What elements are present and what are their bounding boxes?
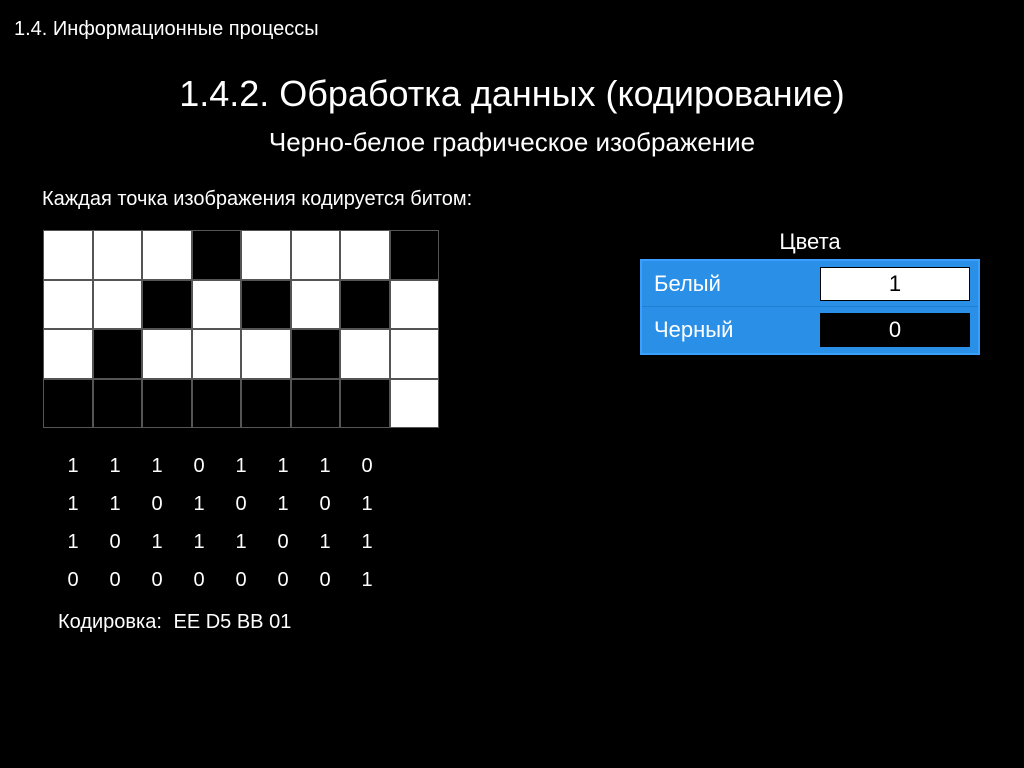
breadcrumb: 1.4. Информационные процессы	[0, 0, 1024, 41]
pixel-cell	[192, 230, 242, 280]
page-title: 1.4.2. Обработка данных (кодирование)	[0, 73, 1024, 115]
bit-cell: 1	[304, 455, 346, 481]
bit-cell: 0	[136, 493, 178, 519]
legend-label: Черный	[642, 317, 820, 343]
legend-row: Белый1	[642, 261, 978, 307]
bit-cell: 1	[304, 531, 346, 557]
pixel-cell	[291, 329, 341, 379]
bit-cell: 1	[220, 455, 262, 481]
bit-cell: 1	[52, 531, 94, 557]
pixel-cell	[93, 329, 143, 379]
bit-cell: 1	[346, 531, 388, 557]
bit-row: 00000001	[52, 569, 440, 595]
pixel-cell	[43, 329, 93, 379]
bit-cell: 0	[52, 569, 94, 595]
bit-cell: 1	[178, 493, 220, 519]
bit-row: 11010101	[52, 493, 440, 519]
bit-cell: 0	[304, 569, 346, 595]
pixel-row	[43, 280, 439, 330]
bit-cell: 1	[94, 493, 136, 519]
bit-table: 11101110110101011011101100000001	[52, 455, 440, 595]
bit-cell: 1	[346, 569, 388, 595]
pixel-cell	[241, 329, 291, 379]
encoding-line: Кодировка: EE D5 BB 01	[58, 611, 440, 634]
left-column: 11101110110101011011101100000001 Кодиров…	[42, 229, 440, 634]
pixel-cell	[142, 280, 192, 330]
right-column: Цвета Белый1Черный0	[640, 229, 980, 634]
bit-cell: 1	[52, 493, 94, 519]
pixel-cell	[142, 329, 192, 379]
encoding-value: EE D5 BB 01	[173, 611, 291, 633]
pixel-grid	[42, 229, 440, 429]
bit-cell: 0	[94, 569, 136, 595]
bit-row: 10111011	[52, 531, 440, 557]
bit-cell: 1	[262, 455, 304, 481]
pixel-cell	[241, 230, 291, 280]
pixel-cell	[291, 230, 341, 280]
legend-value: 1	[820, 267, 970, 301]
bit-cell: 0	[178, 569, 220, 595]
pixel-cell	[93, 379, 143, 429]
pixel-cell	[291, 379, 341, 429]
pixel-cell	[340, 329, 390, 379]
bit-cell: 1	[52, 455, 94, 481]
page-subtitle: Черно-белое графическое изображение	[0, 127, 1024, 158]
bit-cell: 0	[94, 531, 136, 557]
pixel-row	[43, 329, 439, 379]
bit-cell: 0	[136, 569, 178, 595]
pixel-cell	[93, 230, 143, 280]
bit-cell: 1	[136, 455, 178, 481]
pixel-cell	[192, 280, 242, 330]
pixel-cell	[43, 379, 93, 429]
bit-cell: 1	[220, 531, 262, 557]
pixel-cell	[142, 230, 192, 280]
bit-cell: 1	[136, 531, 178, 557]
legend-label: Белый	[642, 271, 820, 297]
pixel-cell	[390, 329, 440, 379]
legend-row: Черный0	[642, 307, 978, 353]
content-row: 11101110110101011011101100000001 Кодиров…	[0, 229, 1024, 634]
pixel-cell	[340, 280, 390, 330]
encoding-label: Кодировка:	[58, 611, 162, 633]
bit-cell: 0	[304, 493, 346, 519]
pixel-cell	[340, 379, 390, 429]
pixel-cell	[192, 379, 242, 429]
pixel-cell	[93, 280, 143, 330]
bit-cell: 1	[94, 455, 136, 481]
bit-cell: 0	[220, 569, 262, 595]
legend-value: 0	[820, 313, 970, 347]
pixel-row	[43, 230, 439, 280]
bit-cell: 1	[346, 493, 388, 519]
description-text: Каждая точка изображения кодируется бито…	[42, 188, 1024, 211]
pixel-cell	[43, 230, 93, 280]
pixel-cell	[291, 280, 341, 330]
bit-cell: 0	[178, 455, 220, 481]
pixel-cell	[192, 329, 242, 379]
pixel-cell	[241, 280, 291, 330]
bit-cell: 0	[220, 493, 262, 519]
bit-row: 11101110	[52, 455, 440, 481]
pixel-cell	[390, 379, 440, 429]
bit-cell: 0	[346, 455, 388, 481]
pixel-cell	[43, 280, 93, 330]
pixel-cell	[390, 280, 440, 330]
legend-table: Белый1Черный0	[640, 259, 980, 355]
pixel-cell	[241, 379, 291, 429]
pixel-cell	[390, 230, 440, 280]
pixel-cell	[340, 230, 390, 280]
bit-cell: 1	[262, 493, 304, 519]
bit-cell: 1	[178, 531, 220, 557]
legend-title: Цвета	[640, 229, 980, 255]
pixel-cell	[142, 379, 192, 429]
pixel-row	[43, 379, 439, 429]
bit-cell: 0	[262, 531, 304, 557]
bit-cell: 0	[262, 569, 304, 595]
